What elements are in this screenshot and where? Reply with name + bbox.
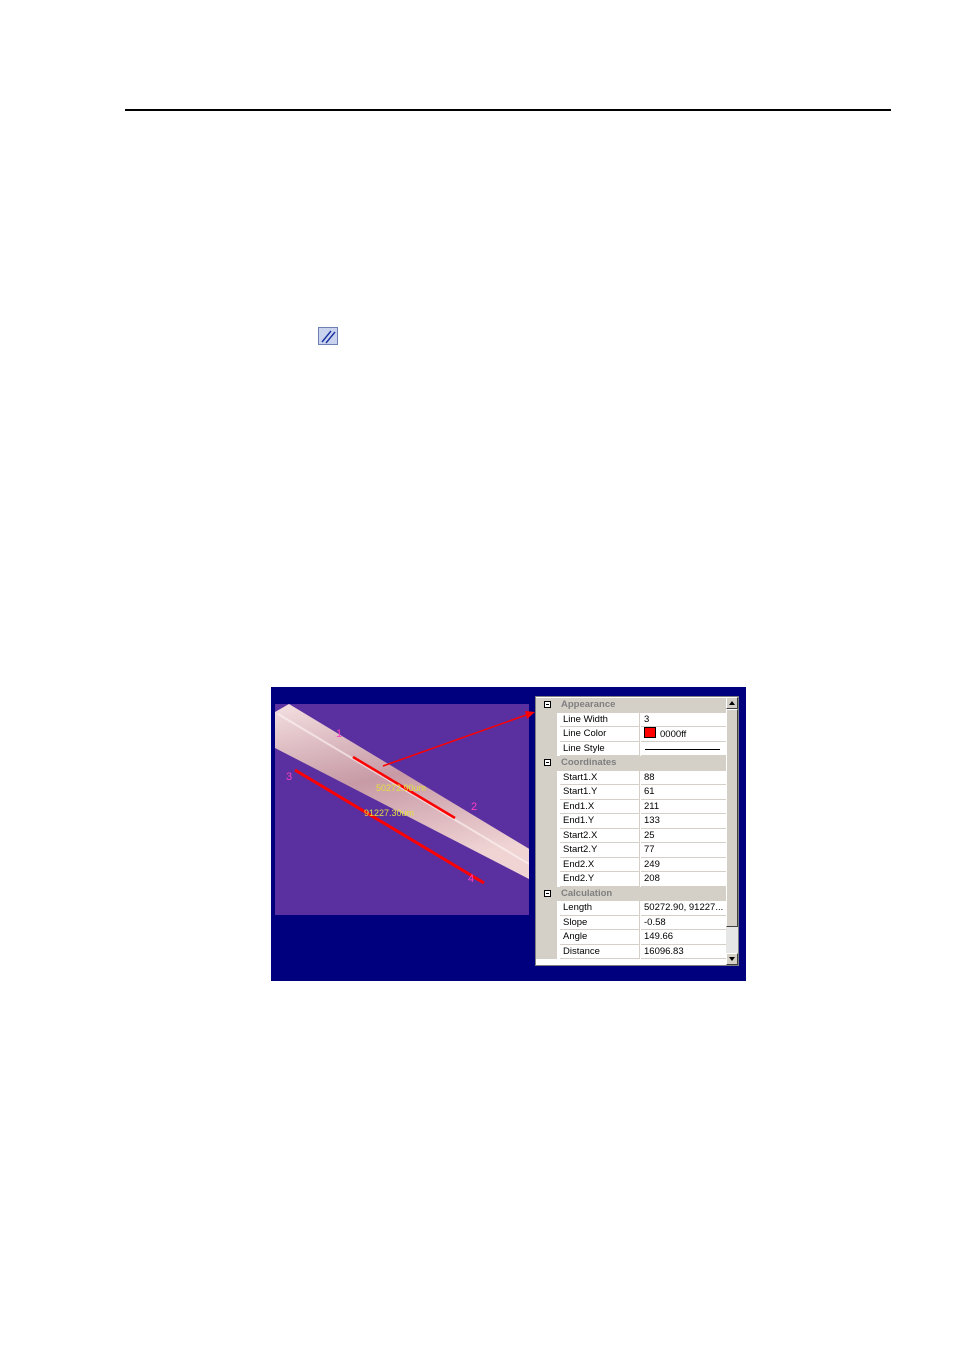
- property-value[interactable]: 88: [641, 771, 726, 785]
- property-value[interactable]: 149.66: [641, 930, 726, 945]
- property-row[interactable]: Start2.Y 77: [536, 843, 726, 858]
- property-name: Line Style: [560, 741, 640, 756]
- property-name: End1.X: [560, 799, 640, 814]
- property-row[interactable]: End2.Y 208: [536, 872, 726, 887]
- property-name: Start2.X: [560, 828, 640, 843]
- collapse-icon[interactable]: [544, 701, 551, 708]
- property-row[interactable]: Start1.Y 61: [536, 785, 726, 800]
- row-gutter: [536, 814, 557, 829]
- row-gutter: [536, 944, 557, 959]
- property-value[interactable]: 3: [641, 713, 726, 727]
- color-swatch: [644, 727, 656, 738]
- property-name: End2.Y: [560, 872, 640, 887]
- property-row[interactable]: End2.X 249: [536, 857, 726, 872]
- property-name: Angle: [560, 930, 640, 945]
- category-label: Calculation: [561, 887, 613, 899]
- property-name: End1.Y: [560, 814, 640, 829]
- property-row[interactable]: Line Width 3: [536, 712, 726, 727]
- property-row[interactable]: End1.X 211: [536, 799, 726, 814]
- property-name: Start2.Y: [560, 843, 640, 858]
- collapse-icon[interactable]: [544, 759, 551, 766]
- category-coordinates[interactable]: Coordinates: [536, 756, 726, 771]
- parallel-lines-icon[interactable]: [318, 327, 338, 345]
- category-label: Appearance: [561, 699, 616, 710]
- row-gutter: [536, 727, 557, 742]
- scroll-down-icon[interactable]: [726, 953, 738, 965]
- property-value[interactable]: 249: [641, 858, 726, 872]
- measurement-figure: 1 2 3 4 50272.90um 91227.30um Appearance…: [271, 687, 746, 981]
- collapse-icon[interactable]: [544, 889, 551, 897]
- scroll-thumb[interactable]: [726, 709, 738, 927]
- property-value[interactable]: 25: [641, 829, 726, 843]
- property-value[interactable]: 133: [641, 814, 726, 829]
- property-value[interactable]: 77: [641, 843, 726, 858]
- property-row[interactable]: Start1.X 88: [536, 770, 726, 785]
- row-gutter: [536, 799, 557, 814]
- property-row[interactable]: End1.Y 133: [536, 814, 726, 829]
- property-value[interactable]: [641, 742, 726, 756]
- property-row[interactable]: Angle 149.66: [536, 930, 726, 945]
- property-name: Line Color: [560, 727, 640, 742]
- property-name: Length: [560, 901, 640, 916]
- measure-text-2: 91227.30um: [364, 808, 414, 818]
- row-gutter: [536, 843, 557, 858]
- property-value[interactable]: 16096.83: [641, 945, 726, 959]
- header-rule: [125, 109, 891, 111]
- property-row[interactable]: Slope -0.58: [536, 915, 726, 930]
- row-gutter: [536, 785, 557, 800]
- property-value[interactable]: 208: [641, 872, 726, 887]
- property-row[interactable]: Line Style: [536, 741, 726, 756]
- property-value[interactable]: 61: [641, 785, 726, 800]
- point-label-3: 3: [286, 771, 292, 783]
- row-gutter: [536, 872, 557, 887]
- row-gutter: [536, 901, 557, 916]
- measure-text-1: 50272.90um: [376, 783, 426, 793]
- line-style-sample: [645, 748, 720, 750]
- property-value[interactable]: 211: [641, 800, 726, 814]
- property-value[interactable]: 50272.90, 91227...: [641, 901, 726, 916]
- property-value[interactable]: 0000ff: [641, 727, 726, 742]
- category-label: Coordinates: [561, 757, 617, 768]
- property-name: Slope: [560, 915, 640, 930]
- property-value-text: 0000ff: [660, 729, 687, 740]
- property-grid[interactable]: Appearance Line Width 3 Line Color 0000ff Lin…: [535, 696, 739, 966]
- row-gutter: [536, 741, 557, 756]
- property-name: Start1.X: [560, 770, 640, 785]
- point-label-1: 1: [336, 728, 342, 740]
- row-gutter: [536, 857, 557, 872]
- property-row[interactable]: Distance 16096.83: [536, 944, 726, 959]
- property-name: Start1.Y: [560, 785, 640, 800]
- row-gutter: [536, 712, 557, 727]
- property-row[interactable]: Length 50272.90, 91227...: [536, 901, 726, 916]
- category-appearance[interactable]: Appearance: [536, 698, 726, 713]
- property-name: Line Width: [560, 712, 640, 727]
- scroll-up-icon[interactable]: [726, 697, 738, 709]
- point-label-2: 2: [471, 801, 477, 813]
- property-row[interactable]: Line Color 0000ff: [536, 727, 726, 742]
- row-gutter: [536, 828, 557, 843]
- property-value[interactable]: -0.58: [641, 916, 726, 930]
- vertical-scrollbar[interactable]: [726, 697, 738, 965]
- microscope-image[interactable]: 1 2 3 4 50272.90um 91227.30um: [275, 704, 529, 915]
- category-calculation[interactable]: Calculation: [536, 886, 726, 901]
- property-row[interactable]: Start2.X 25: [536, 828, 726, 843]
- row-gutter: [536, 930, 557, 945]
- row-gutter: [536, 770, 557, 785]
- point-label-4: 4: [468, 873, 474, 885]
- property-name: Distance: [560, 944, 640, 959]
- row-gutter: [536, 915, 557, 930]
- property-name: End2.X: [560, 857, 640, 872]
